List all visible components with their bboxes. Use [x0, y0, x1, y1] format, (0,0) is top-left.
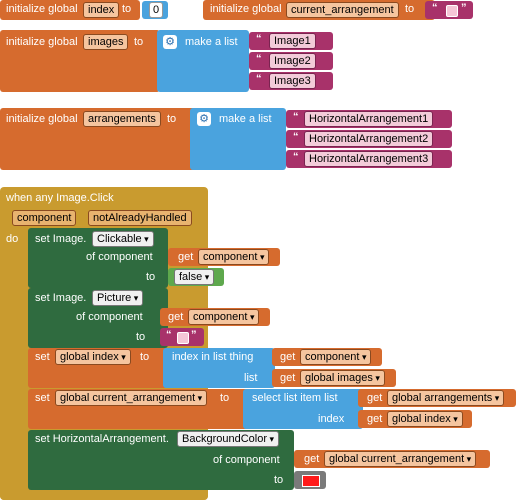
get-label: get [178, 251, 194, 263]
get-label: get [280, 372, 296, 384]
get-variable-dropdown[interactable]: global current_arrangement [324, 451, 477, 467]
of-component-label: of component [86, 251, 153, 263]
get-variable-dropdown[interactable]: global images [300, 370, 385, 386]
empty-text-field[interactable] [446, 5, 458, 17]
text-field[interactable]: Image1 [269, 33, 316, 49]
variable-name-field[interactable]: arrangements [83, 111, 161, 127]
open-quote-icon: “ [166, 329, 172, 341]
to-label: to [146, 271, 156, 283]
select-list-item-label: select list item list [252, 392, 338, 404]
make-a-list-label: make a list [219, 113, 272, 125]
open-quote-icon: “ [293, 131, 299, 143]
close-quote-icon: ” [461, 2, 467, 14]
get-variable-dropdown[interactable]: component [188, 309, 260, 325]
open-quote-icon: “ [256, 53, 262, 65]
to-label: to [274, 474, 284, 486]
set-horizontal-arrangement-label: set HorizontalArrangement. [35, 433, 169, 445]
to-label: to [134, 36, 144, 48]
index-in-list-label: index in list thing [172, 351, 254, 363]
set-label: set [35, 392, 50, 404]
empty-text-field[interactable] [177, 332, 189, 344]
list-label: list [244, 372, 258, 384]
close-quote-icon: ” [191, 329, 197, 341]
set-variable-dropdown[interactable]: global index [55, 349, 131, 365]
param-not-already-handled[interactable]: notAlreadyHandled [88, 210, 192, 226]
init-global-label: initialize global [6, 113, 78, 125]
param-component[interactable]: component [12, 210, 77, 226]
number-field[interactable]: 0 [149, 2, 164, 18]
get-variable-dropdown[interactable]: component [198, 249, 270, 265]
set-image-label: set Image. [35, 233, 87, 245]
make-a-list-label: make a list [185, 36, 238, 48]
to-label: to [405, 3, 415, 15]
set-image-label: set Image. [35, 292, 87, 304]
open-quote-icon: “ [293, 151, 299, 163]
variable-name-field[interactable]: index [83, 2, 120, 18]
gear-icon[interactable]: ⚙ [197, 112, 211, 126]
get-label: get [367, 392, 383, 404]
gear-icon[interactable]: ⚙ [163, 35, 177, 49]
init-global-label: initialize global [6, 36, 78, 48]
index-label: index [318, 413, 345, 425]
do-label: do [6, 233, 19, 245]
boolean-dropdown[interactable]: false [174, 269, 215, 285]
open-quote-icon: “ [256, 73, 262, 85]
variable-name-field[interactable]: current_arrangement [286, 2, 399, 18]
red-color-swatch[interactable] [302, 475, 320, 487]
get-variable-dropdown[interactable]: global arrangements [387, 390, 505, 406]
to-label: to [136, 331, 146, 343]
open-quote-icon: “ [293, 111, 299, 123]
get-label: get [280, 351, 296, 363]
property-dropdown[interactable]: BackgroundColor [177, 431, 280, 447]
get-label: get [367, 413, 383, 425]
text-field[interactable]: HorizontalArrangement1 [304, 111, 434, 127]
init-global-label: initialize global [6, 3, 78, 15]
to-label: to [220, 392, 230, 404]
get-variable-dropdown[interactable]: component [300, 349, 372, 365]
text-field[interactable]: HorizontalArrangement3 [304, 151, 434, 167]
property-dropdown[interactable]: Picture [92, 290, 144, 306]
to-label: to [167, 113, 177, 125]
get-label: get [304, 453, 320, 465]
property-dropdown[interactable]: Clickable [92, 231, 154, 247]
text-field[interactable]: Image2 [269, 53, 316, 69]
open-quote-icon: “ [256, 33, 262, 45]
to-label: to [140, 351, 150, 363]
text-field[interactable]: Image3 [269, 73, 316, 89]
set-variable-dropdown[interactable]: global current_arrangement [55, 390, 208, 406]
event-title: when any Image.Click [6, 192, 114, 204]
init-global-label: initialize global [210, 3, 282, 15]
of-component-label: of component [213, 454, 280, 466]
get-label: get [168, 311, 184, 323]
text-field[interactable]: HorizontalArrangement2 [304, 131, 434, 147]
get-variable-dropdown[interactable]: global index [387, 411, 463, 427]
of-component-label: of component [76, 311, 143, 323]
open-quote-icon: “ [432, 2, 438, 14]
variable-name-field[interactable]: images [83, 34, 129, 50]
set-label: set [35, 351, 50, 363]
to-label: to [122, 3, 132, 15]
